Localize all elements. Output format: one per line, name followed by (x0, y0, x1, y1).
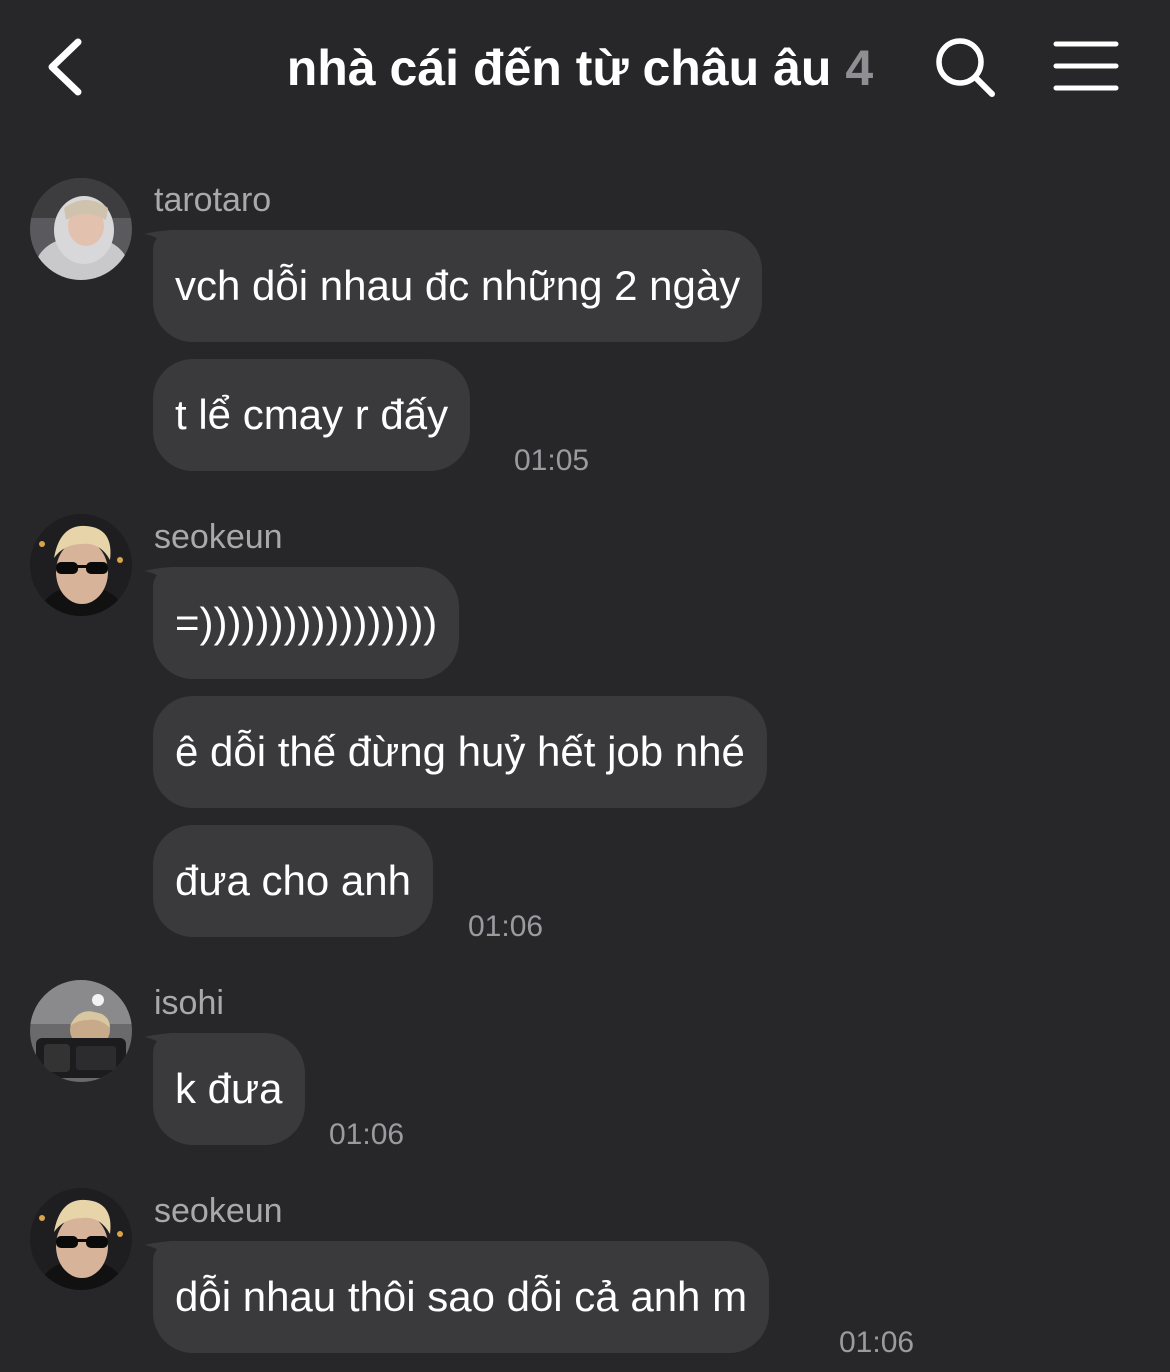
avatar-seokeun[interactable] (30, 1188, 132, 1290)
search-button[interactable] (932, 34, 998, 100)
message-bubble[interactable]: ê dỗi thế đừng huỷ hết job nhé (153, 696, 767, 808)
message-timestamp: 01:06 (329, 1118, 405, 1151)
sender-name: tarotaro (154, 181, 272, 219)
avatar-tarotaro[interactable] (30, 178, 132, 280)
search-icon (936, 38, 995, 97)
group-name: nhà cái đến từ châu âu (286, 40, 832, 96)
chat-title: nhà cái đến từ châu âu 4 (250, 38, 910, 98)
avatar-photo-icon (30, 178, 132, 280)
sender-name: seokeun (154, 1192, 283, 1230)
message-timestamp: 01:06 (468, 910, 544, 943)
avatar-photo-icon (30, 1188, 132, 1290)
chat-screen: nhà cái đến từ châu âu 4 tarotaro vch dỗ… (0, 0, 1170, 1372)
message-bubble[interactable]: t lể cmay r đấy (153, 359, 471, 471)
message-bubble[interactable]: dỗi nhau thôi sao dỗi cả anh m (153, 1241, 770, 1353)
sender-name: isohi (154, 984, 224, 1022)
avatar-seokeun[interactable] (30, 514, 132, 616)
message-bubble[interactable]: =))))))))))))))))) (153, 567, 460, 679)
message-bubble[interactable]: đưa cho anh (153, 825, 433, 937)
message-bubble[interactable]: vch dỗi nhau đc những 2 ngày (153, 230, 763, 342)
message-bubble[interactable]: k đưa (153, 1033, 305, 1145)
hamburger-menu-icon (1053, 41, 1119, 91)
message-timestamp: 01:06 (839, 1326, 915, 1359)
message-timestamp: 01:05 (514, 444, 590, 477)
back-button[interactable] (38, 34, 98, 98)
sender-name: seokeun (154, 518, 283, 556)
avatar-photo-icon (30, 514, 132, 616)
menu-button[interactable] (1052, 38, 1120, 94)
avatar-isohi[interactable] (30, 980, 132, 1082)
avatar-photo-icon (30, 980, 132, 1082)
chat-header: nhà cái đến từ châu âu 4 (0, 0, 1170, 140)
member-count: 4 (845, 40, 874, 96)
chevron-left-icon (48, 38, 82, 96)
